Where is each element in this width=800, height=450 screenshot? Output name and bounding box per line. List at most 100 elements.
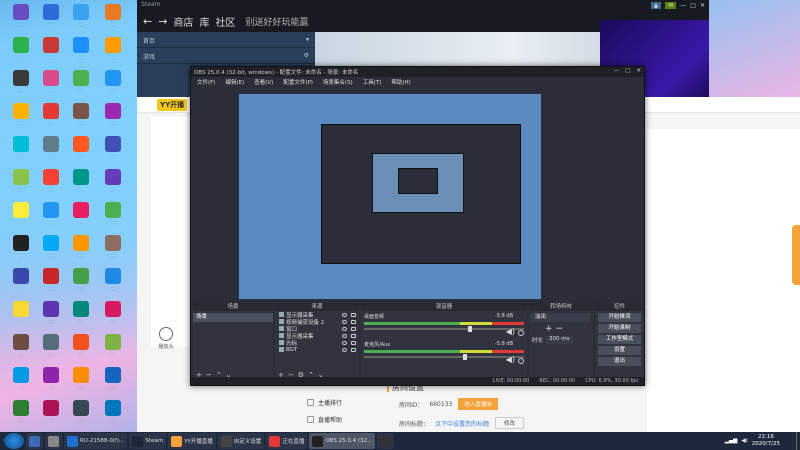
volume-fader[interactable]	[364, 354, 524, 360]
control-button[interactable]: 设置	[598, 346, 641, 355]
taskbar-item[interactable]	[26, 433, 43, 449]
enter-room-button[interactable]: 进入直播间	[458, 398, 498, 410]
minimize-icon[interactable]: —	[614, 68, 620, 76]
notification-icon[interactable]: ▲	[650, 2, 662, 9]
library-row[interactable]: 游戏 ⚙	[137, 48, 315, 64]
show-desktop-button[interactable]	[796, 432, 800, 450]
desktop-icon[interactable]: …	[4, 301, 38, 324]
desktop-icon[interactable]: …	[4, 70, 38, 93]
desktop-icon[interactable]: …	[34, 70, 68, 93]
desktop-icon[interactable]: …	[96, 37, 130, 60]
desktop-icon[interactable]: …	[96, 136, 130, 159]
desktop-icon[interactable]: …	[34, 169, 68, 192]
desktop-icon[interactable]: …	[4, 334, 38, 357]
desktop-icon[interactable]: …	[34, 103, 68, 126]
eye-icon[interactable]	[342, 326, 347, 331]
desktop-icon[interactable]: …	[4, 235, 38, 258]
lock-icon[interactable]	[351, 333, 356, 338]
desktop-icon[interactable]: …	[4, 268, 38, 291]
lock-icon[interactable]	[351, 340, 356, 345]
desktop-icon[interactable]: …	[34, 400, 68, 423]
desktop-icon[interactable]: …	[64, 367, 98, 390]
transition-add-remove[interactable]: + −	[529, 324, 593, 334]
desktop-icon[interactable]: …	[4, 103, 38, 126]
menu-item[interactable]: 配置文件(P)	[283, 78, 313, 86]
camera-icon[interactable]	[159, 327, 173, 341]
control-button[interactable]: 工作室模式	[598, 335, 641, 344]
desktop-icon[interactable]: …	[96, 103, 130, 126]
desktop-icon[interactable]: …	[64, 334, 98, 357]
desktop-icon[interactable]: …	[34, 202, 68, 225]
transition-select[interactable]: 淡出	[532, 313, 590, 322]
desktop-icon[interactable]: …	[64, 70, 98, 93]
volume-icon[interactable]: ◀)	[741, 438, 747, 444]
taskbar-item[interactable]: RU-21588-0(f)...	[64, 433, 128, 449]
tab-community[interactable]: 社区	[215, 14, 235, 29]
lock-icon[interactable]	[351, 319, 356, 324]
desktop-icon[interactable]: …	[34, 334, 68, 357]
desktop-icon[interactable]: …	[96, 301, 130, 324]
gear-icon[interactable]	[518, 330, 524, 336]
desktop-icon[interactable]: …	[34, 4, 68, 27]
desktop-icon[interactable]: …	[34, 268, 68, 291]
desktop-icon[interactable]: …	[96, 169, 130, 192]
obs-preview[interactable]	[239, 94, 541, 299]
taskbar-item[interactable]: 正在直播	[266, 433, 308, 449]
desktop-icon[interactable]: …	[64, 400, 98, 423]
desktop-icon[interactable]: …	[96, 70, 130, 93]
taskbar-item[interactable]: 自定义设置	[217, 433, 265, 449]
desktop-icon[interactable]: …	[96, 235, 130, 258]
forward-arrow-icon[interactable]: →	[158, 15, 167, 28]
taskbar-item[interactable]: Steam	[129, 433, 167, 449]
eye-icon[interactable]	[342, 312, 347, 317]
desktop-icon[interactable]: …	[34, 367, 68, 390]
desktop-icon[interactable]: …	[64, 235, 98, 258]
minimize-icon[interactable]: —	[680, 2, 686, 9]
source-item[interactable]: 光标	[275, 339, 359, 347]
network-icon[interactable]: ▂▄▆	[725, 438, 738, 444]
menu-item[interactable]: 场景集合(S)	[323, 78, 353, 86]
menu-item[interactable]: 文件(F)	[197, 78, 215, 86]
clock[interactable]: 22:16 2020/7/25	[752, 434, 780, 448]
desktop-icon[interactable]: …	[4, 136, 38, 159]
scene-item[interactable]: 场景	[193, 313, 273, 322]
maximize-icon[interactable]: □	[625, 68, 630, 76]
desktop-icon[interactable]: …	[96, 334, 130, 357]
desktop-icon[interactable]: …	[64, 169, 98, 192]
desktop-icon[interactable]: …	[4, 4, 38, 27]
lock-icon[interactable]	[351, 326, 356, 331]
eye-icon[interactable]	[342, 340, 347, 345]
desktop-icon[interactable]: …	[64, 202, 98, 225]
speaker-icon[interactable]: ◀)	[506, 355, 515, 364]
duration-input[interactable]: 300 ms	[546, 336, 573, 344]
taskbar-item[interactable]	[45, 433, 62, 449]
eye-icon[interactable]	[342, 333, 347, 338]
desktop-icon[interactable]: …	[4, 400, 38, 423]
gear-icon[interactable]	[518, 358, 524, 364]
library-row[interactable]: 首页 ▾	[137, 32, 315, 48]
speaker-icon[interactable]: ◀)	[506, 327, 515, 336]
fader-knob[interactable]	[468, 326, 472, 332]
desktop-icon[interactable]: …	[96, 4, 130, 27]
desktop-icon[interactable]: …	[34, 37, 68, 60]
desktop-icon[interactable]: …	[34, 136, 68, 159]
desktop-icon[interactable]: …	[4, 202, 38, 225]
volume-fader[interactable]	[364, 326, 524, 332]
desktop-icon[interactable]: …	[64, 103, 98, 126]
desktop-icon[interactable]: …	[96, 367, 130, 390]
desktop-icon[interactable]: …	[64, 301, 98, 324]
back-arrow-icon[interactable]: ←	[143, 15, 152, 28]
desktop-icon[interactable]: …	[96, 268, 130, 291]
desktop-icon[interactable]: …	[4, 367, 38, 390]
eye-icon[interactable]	[342, 319, 347, 324]
menu-item[interactable]: 查看(V)	[254, 78, 273, 86]
desktop-icon[interactable]: …	[4, 169, 38, 192]
eye-icon[interactable]	[342, 347, 347, 352]
side-tab[interactable]	[792, 225, 800, 285]
desktop-icon[interactable]: …	[64, 37, 98, 60]
source-item[interactable]: BGT	[275, 346, 359, 353]
control-button[interactable]: 开始录制	[598, 324, 641, 333]
lock-icon[interactable]	[351, 312, 356, 317]
control-button[interactable]: 退出	[598, 357, 641, 366]
desktop-icon[interactable]: …	[96, 400, 130, 423]
